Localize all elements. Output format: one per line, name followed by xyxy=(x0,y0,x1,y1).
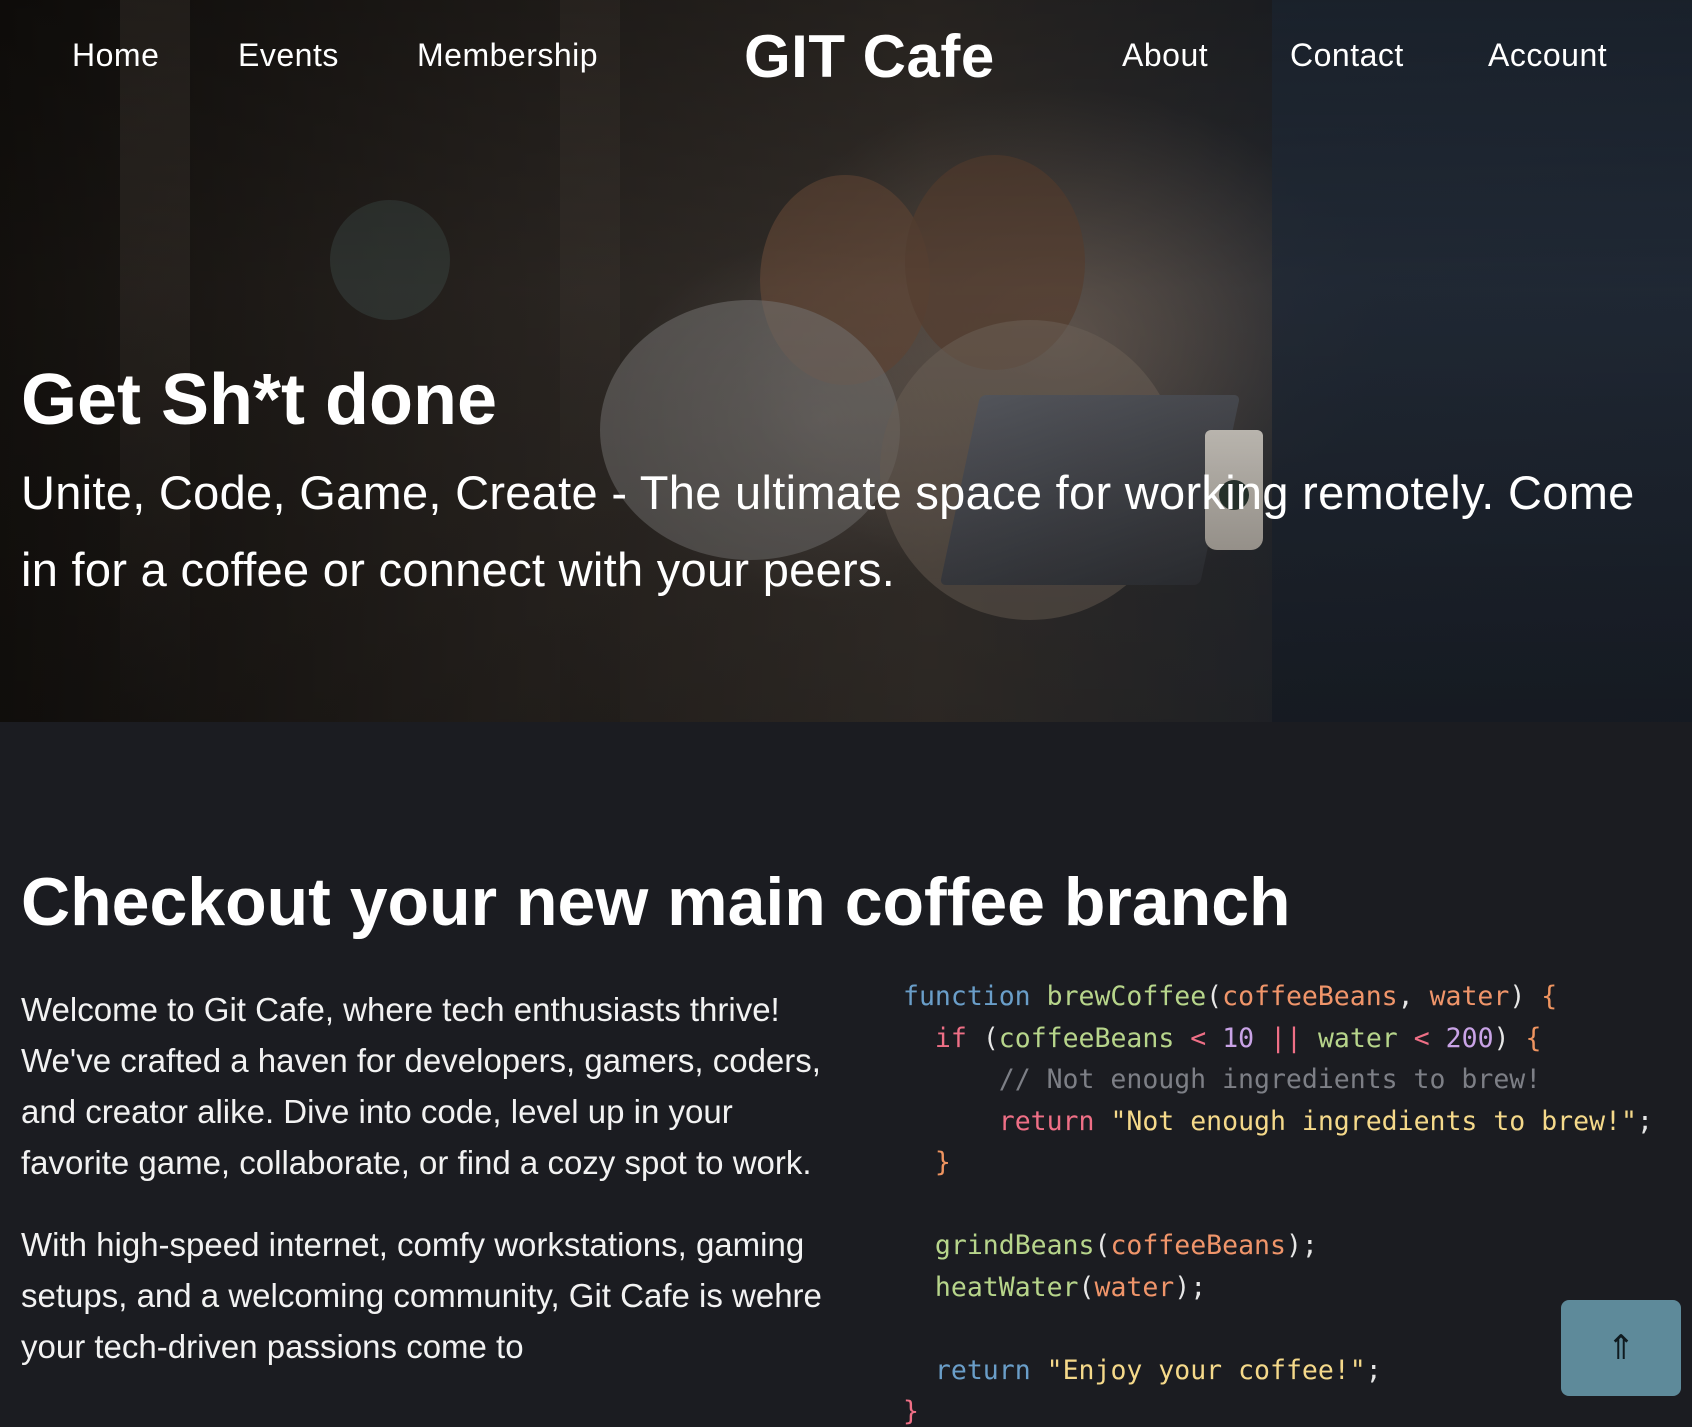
intro-text: Welcome to Git Cafe, where tech enthusia… xyxy=(21,984,841,1403)
code-line: function brewCoffee(coffeeBeans, water) … xyxy=(903,981,1558,1012)
nav-link-events[interactable]: Events xyxy=(238,34,339,76)
code-line: } xyxy=(934,1147,951,1178)
hero-title: Get Sh*t done xyxy=(21,360,498,440)
back-to-top-button[interactable]: ⇑ xyxy=(1561,1300,1681,1396)
nav-link-membership[interactable]: Membership xyxy=(417,34,598,76)
intro-paragraph: With high-speed internet, comfy workstat… xyxy=(21,1226,822,1365)
hero-section: Home Events Membership GIT Cafe About Co… xyxy=(0,0,1692,722)
nav-link-contact[interactable]: Contact xyxy=(1290,34,1404,76)
code-line: grindBeans(coffeeBeans); xyxy=(934,1230,1318,1261)
intro-paragraph: Welcome to Git Cafe, where tech enthusia… xyxy=(21,991,821,1181)
code-line: if (coffeeBeans < 10 || water < 200) { xyxy=(934,1022,1542,1054)
nav-link-about[interactable]: About xyxy=(1122,34,1208,76)
code-line: } xyxy=(903,1396,919,1427)
code-line: return "Not enough ingredients to brew!"… xyxy=(998,1105,1653,1137)
brand-logo[interactable]: GIT Cafe xyxy=(744,24,995,90)
section-title: Checkout your new main coffee branch xyxy=(21,864,1291,940)
nav-link-home[interactable]: Home xyxy=(72,34,159,76)
arrow-up-icon: ⇑ xyxy=(1606,1328,1636,1368)
hero-subtitle: Unite, Code, Game, Create - The ultimate… xyxy=(21,466,1635,596)
code-line: // Not enough ingredients to brew! xyxy=(998,1064,1542,1095)
nav-link-account[interactable]: Account xyxy=(1488,34,1607,76)
